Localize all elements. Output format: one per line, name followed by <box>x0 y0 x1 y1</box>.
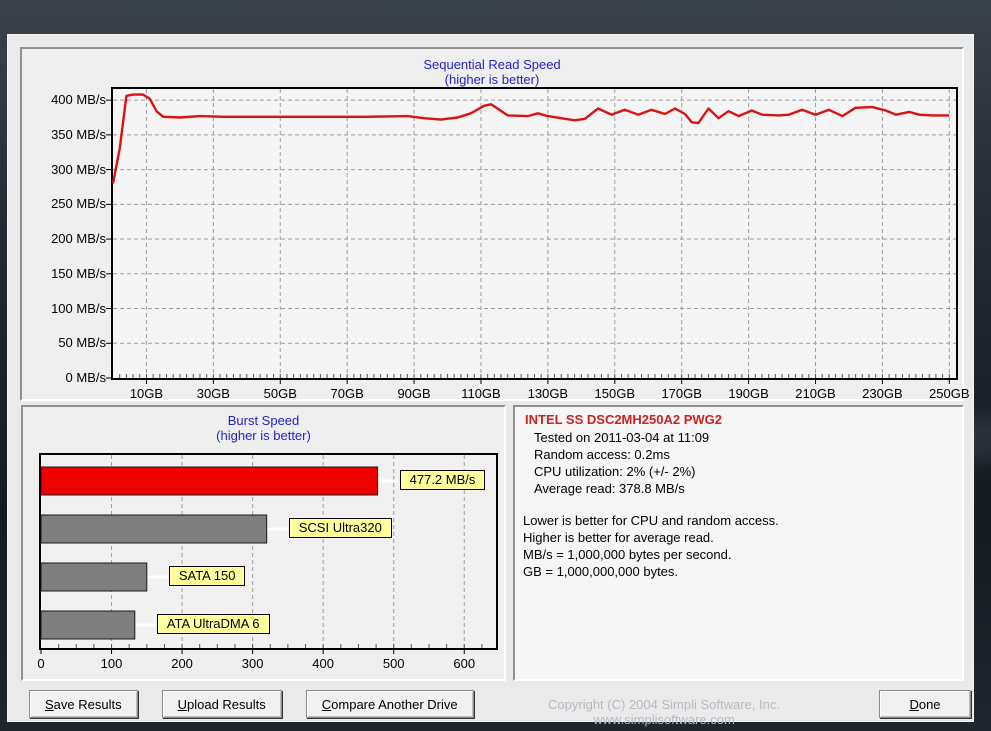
y-axis-tick-label: 300 MB/s <box>22 162 106 177</box>
burst-speed-panel: Burst Speed (higher is better) 477.2 MB/… <box>21 405 506 681</box>
x-axis-tick-label: 100 <box>81 656 143 671</box>
info-note-lower: Lower is better for CPU and random acces… <box>523 512 962 529</box>
footer-button-row: Save Results Upload Results Compare Anothe… <box>29 690 474 718</box>
x-axis-tick-label: 400 <box>292 656 354 671</box>
x-axis-tick-label: 90GB <box>383 386 445 401</box>
burst-chart-subtitle: (higher is better) <box>23 428 504 443</box>
burst-bar <box>41 563 147 591</box>
client-area: Sequential Read Speed (higher is better)… <box>7 34 974 722</box>
burst-bar <box>41 515 267 543</box>
x-axis-tick-label: 300 <box>222 656 284 671</box>
x-axis-tick-label: 200 <box>151 656 213 671</box>
x-axis-tick-label: 130GB <box>517 386 579 401</box>
burst-chart-title: Burst Speed <box>23 413 504 428</box>
info-notes: Lower is better for CPU and random acces… <box>523 512 962 580</box>
sequential-read-chart <box>113 89 956 378</box>
y-axis-tick-label: 200 MB/s <box>22 231 106 246</box>
sequential-chart-subtitle: (higher is better) <box>22 72 962 87</box>
y-axis-tick-label: 400 MB/s <box>22 92 106 107</box>
x-axis-tick-label: 30GB <box>182 386 244 401</box>
compare-another-drive-button[interactable]: Compare Another Drive <box>306 690 474 718</box>
x-axis-tick-label: 50GB <box>249 386 311 401</box>
drive-detail-average-read: Average read: 378.8 MB/s <box>534 480 962 497</box>
drive-info-panel: INTEL SS DSC2MH250A2 PWG2 Tested on 2011… <box>513 405 964 681</box>
x-axis-tick-label: 0 <box>10 656 72 671</box>
sequential-chart-title: Sequential Read Speed <box>22 57 962 72</box>
y-axis-tick-label: 0 MB/s <box>22 370 106 385</box>
sequential-read-panel: Sequential Read Speed (higher is better)… <box>20 47 964 401</box>
x-axis-tick-label: 170GB <box>651 386 713 401</box>
x-axis-tick-label: 70GB <box>316 386 378 401</box>
sequential-plot-area <box>111 87 958 380</box>
x-axis-tick-label: 250GB <box>918 386 980 401</box>
drive-detail-random-access: Random access: 0.2ms <box>534 446 962 463</box>
x-axis-tick-label: 110GB <box>450 386 512 401</box>
save-results-button[interactable]: Save Results <box>29 690 138 718</box>
x-axis-tick-label: 210GB <box>785 386 847 401</box>
bar-value-label: SATA 150 <box>169 566 246 586</box>
x-axis-tick-label: 190GB <box>718 386 780 401</box>
info-note-higher: Higher is better for average read. <box>523 529 962 546</box>
window-titlebar: HD Tach version 3.0.4.0 - For non-commer… <box>0 0 991 34</box>
burst-bar <box>41 467 378 495</box>
drive-title: INTEL SS DSC2MH250A2 PWG2 <box>525 412 962 427</box>
y-axis-tick-label: 50 MB/s <box>22 335 106 350</box>
bar-value-label: ATA UltraDMA 6 <box>157 614 270 634</box>
x-axis-tick-label: 230GB <box>851 386 913 401</box>
x-axis-tick-label: 150GB <box>584 386 646 401</box>
drive-detail-tested: Tested on 2011-03-04 at 11:09 <box>534 429 962 446</box>
info-note-mbs: MB/s = 1,000,000 bytes per second. <box>523 546 962 563</box>
y-axis-tick-label: 100 MB/s <box>22 301 106 316</box>
drive-details: Tested on 2011-03-04 at 11:09 Random acc… <box>534 429 962 497</box>
bar-value-label: SCSI Ultra320 <box>289 518 392 538</box>
upload-results-button[interactable]: Upload Results <box>162 690 282 718</box>
y-axis-tick-label: 250 MB/s <box>22 196 106 211</box>
x-axis-tick-label: 500 <box>363 656 425 671</box>
drive-detail-cpu-utilization: CPU utilization: 2% (+/- 2%) <box>534 463 962 480</box>
sequential-read-line <box>113 95 949 184</box>
app-window: HD Tach version 3.0.4.0 - For non-commer… <box>0 0 991 731</box>
info-note-gb: GB = 1,000,000,000 bytes. <box>523 563 962 580</box>
y-axis-tick-label: 350 MB/s <box>22 127 106 142</box>
done-button[interactable]: Done <box>879 690 971 718</box>
x-axis-tick-label: 10GB <box>115 386 177 401</box>
y-axis-tick-label: 150 MB/s <box>22 266 106 281</box>
copyright-text: Copyright (C) 2004 Simpli Software, Inc.… <box>478 697 850 727</box>
burst-bar <box>41 611 135 639</box>
x-axis-tick-label: 600 <box>433 656 495 671</box>
bar-value-label: 477.2 MB/s <box>400 470 486 490</box>
